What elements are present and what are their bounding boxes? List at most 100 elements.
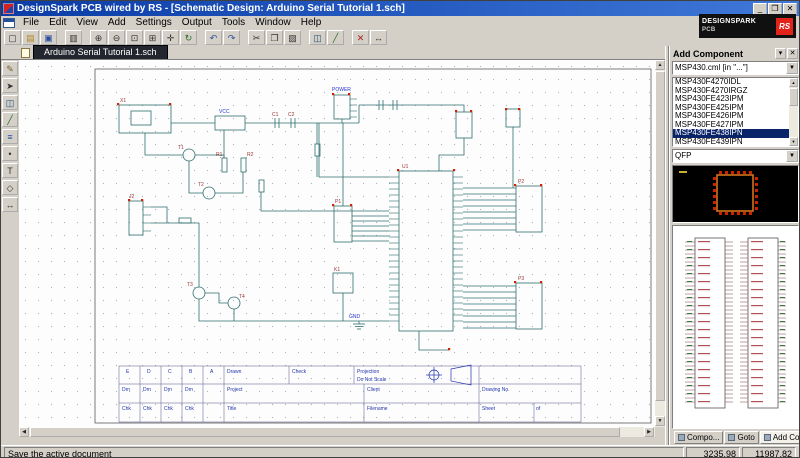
scroll-left-icon[interactable]: ◀: [19, 427, 29, 437]
title-block-cell: of: [536, 406, 541, 412]
schematic-canvas[interactable]: E D C B A Drn Drn Drn Drn Chk Chk Chk Ch…: [19, 60, 655, 427]
close-button[interactable]: ✕: [783, 3, 797, 15]
scrollbar-thumb[interactable]: [789, 88, 798, 106]
bus-tool-button[interactable]: ≡: [2, 129, 18, 144]
circuit-extra: POWERVCCGNDU1X1T1T2T3T4R1R2C1C2P1P2P3J2K…: [117, 87, 542, 350]
cut-button[interactable]: ✂: [248, 30, 265, 45]
undo-button[interactable]: ↶: [205, 30, 222, 45]
statusbar: Save the active document 3235.98 11987.8…: [1, 445, 799, 458]
scroll-up-icon[interactable]: ▲: [655, 60, 665, 70]
wire-tool-button[interactable]: ╱: [2, 112, 18, 127]
save-button[interactable]: ▣: [40, 30, 57, 45]
text-tool-button[interactable]: T: [2, 163, 18, 178]
tab-goto[interactable]: Goto: [724, 431, 758, 444]
package-select-value: QFP: [673, 150, 786, 162]
component-msp430fe439ipn[interactable]: MSP430FE439IPN: [673, 138, 789, 147]
pencil-tool-button[interactable]: ✎: [2, 61, 18, 76]
panel-title: Add Component: [673, 49, 743, 59]
open-button[interactable]: ▤: [22, 30, 39, 45]
panel-header: Add Component ▾ ✕: [672, 47, 799, 60]
package-select[interactable]: QFP ▼: [672, 149, 799, 163]
title-block-cell: Drn: [185, 387, 193, 393]
select-tool-button[interactable]: ➤: [2, 78, 18, 93]
horizontal-scrollbar-thumb[interactable]: [30, 427, 620, 437]
add-component-button[interactable]: ◫: [309, 30, 326, 45]
menu-edit[interactable]: Edit: [44, 16, 71, 29]
zoom-full-button[interactable]: ⊞: [144, 30, 161, 45]
schematic-label: R2: [247, 152, 254, 158]
component-tool-button[interactable]: ◫: [2, 95, 18, 110]
pan-button[interactable]: ✛: [162, 30, 179, 45]
footprint-outline: [717, 175, 753, 211]
zoom-window-button[interactable]: ⊡: [126, 30, 143, 45]
component-rows: MSP430F4270IDLMSP430F4270IRGZMSP430FE423…: [673, 78, 798, 146]
library-select[interactable]: MSP430.cml [in "..."] ▼: [672, 61, 799, 75]
library-dropdown-icon[interactable]: ▼: [786, 62, 798, 74]
panel-menu-icon[interactable]: ▾: [775, 48, 786, 59]
new-button[interactable]: ▢: [4, 30, 21, 45]
redo-button[interactable]: ↷: [223, 30, 240, 45]
menu-window[interactable]: Window: [250, 16, 296, 29]
measure-tool-button[interactable]: ↔: [2, 197, 18, 212]
vertical-scrollbar-thumb[interactable]: [655, 71, 665, 401]
menu-file[interactable]: File: [18, 16, 44, 29]
schematic-label: C2: [288, 112, 295, 118]
copy-button[interactable]: ❐: [266, 30, 283, 45]
tab-add-component[interactable]: Add Co...: [760, 431, 800, 444]
menu-help[interactable]: Help: [296, 16, 327, 29]
restore-button[interactable]: ❐: [768, 3, 782, 15]
title-block-cell: Drawn: [227, 369, 242, 375]
package-dropdown-icon[interactable]: ▼: [786, 150, 798, 162]
paste-button[interactable]: ▨: [284, 30, 301, 45]
vertical-scrollbar[interactable]: ▲ ▼: [655, 60, 665, 427]
title-block-cell: Projection: [357, 369, 379, 375]
menu-settings[interactable]: Settings: [131, 16, 177, 29]
left-toolbar: ✎ ➤ ◫ ╱ ≡ • T ◇ ↔: [1, 60, 19, 427]
scroll-down-icon[interactable]: ▼: [789, 137, 798, 146]
menu-tools[interactable]: Tools: [217, 16, 250, 29]
menu-output[interactable]: Output: [177, 16, 217, 29]
shape-tool-button[interactable]: ◇: [2, 180, 18, 195]
footprint-drawing: [673, 166, 799, 220]
scroll-right-icon[interactable]: ▶: [644, 427, 654, 437]
titlebar: DesignSpark PCB wired by RS - [Schematic…: [1, 1, 799, 16]
schematic-drawing: E D C B A Drn Drn Drn Drn Chk Chk Chk Ch…: [19, 60, 655, 427]
schematic-label: K1: [334, 267, 340, 273]
menu-add[interactable]: Add: [103, 16, 131, 29]
tab-components[interactable]: Compo...: [674, 431, 723, 444]
print-button[interactable]: ▥: [65, 30, 82, 45]
scroll-down-icon[interactable]: ▼: [655, 416, 665, 426]
schematic-label: T4: [239, 294, 245, 300]
title-block-cell: Filename: [367, 406, 388, 412]
title-block-cell: Chk: [122, 406, 131, 412]
refresh-button[interactable]: ↻: [180, 30, 197, 45]
title-block-cell: Sheet: [482, 406, 496, 412]
schematic-label: R1: [216, 152, 223, 158]
tab-arduino-serial-tutorial[interactable]: Arduino Serial Tutorial 1.sch: [33, 45, 168, 59]
panel-close-icon[interactable]: ✕: [787, 48, 798, 59]
title-block-cell: A: [210, 369, 214, 375]
panel-tab-icon: [728, 434, 735, 441]
delete-button[interactable]: ✕: [352, 30, 369, 45]
symbol-body: [695, 238, 778, 408]
tabbar: Arduino Serial Tutorial 1.sch: [1, 46, 665, 60]
symbol-drawing: [673, 226, 799, 426]
panel-tab-bar: Compo... Goto Add Co...: [672, 430, 799, 444]
component-list[interactable]: MSP430F4270IDLMSP430F4270IRGZMSP430FE423…: [672, 77, 799, 147]
zoom-out-button[interactable]: ⊖: [108, 30, 125, 45]
measure-button[interactable]: ↔: [370, 30, 387, 45]
menu-view[interactable]: View: [71, 16, 103, 29]
coordinate-y: 11987.82: [742, 447, 796, 458]
junction-tool-button[interactable]: •: [2, 146, 18, 161]
horizontal-scrollbar[interactable]: ◀ ▶: [19, 427, 655, 437]
add-wire-button[interactable]: ╱: [327, 30, 344, 45]
zoom-in-button[interactable]: ⊕: [90, 30, 107, 45]
minimize-button[interactable]: _: [753, 3, 767, 15]
app-icon[interactable]: [3, 3, 14, 14]
add-component-panel: Add Component ▾ ✕ MSP430.cml [in "..."] …: [669, 46, 800, 445]
scroll-up-icon[interactable]: ▲: [789, 78, 798, 87]
component-list-scrollbar[interactable]: ▲ ▼: [789, 78, 798, 146]
panel-tab-label: Add Co...: [773, 433, 800, 443]
document-icon[interactable]: [3, 18, 15, 28]
schematic-label: POWER: [332, 87, 351, 93]
